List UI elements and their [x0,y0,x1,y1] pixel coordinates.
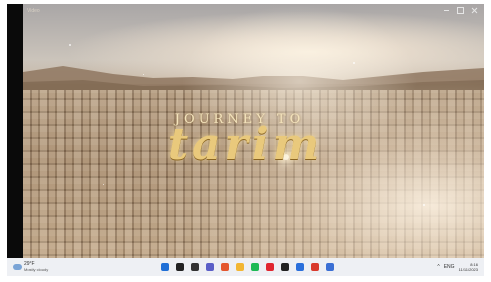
weather-condition: Mostly cloudy [24,267,49,272]
task-view-icon[interactable] [191,263,199,271]
clock-date: 11/11/2023 [458,267,478,272]
title-tarim: tarim [167,119,324,170]
window-controls [443,7,484,14]
clock[interactable]: 8:16 11/11/2023 [459,262,478,272]
weather-text: 29°F Mostly cloudy [24,262,49,273]
taskbar-apps [161,263,334,271]
sparkle [69,44,71,46]
weather-widget[interactable]: 29°F Mostly cloudy [7,262,153,272]
maximize-icon[interactable] [457,7,464,14]
store-icon[interactable] [296,263,304,271]
taskbar: 29°F Mostly cloudy ^ ENG 8:16 11/11/2023 [7,258,484,276]
close-icon[interactable] [471,7,478,14]
settings-icon[interactable] [326,263,334,271]
screen-frame: JOURNEY TO tarim Video [7,4,484,276]
spotify-icon[interactable] [251,263,259,271]
start-icon[interactable] [161,263,169,271]
media-player-icon[interactable] [281,263,289,271]
cloud-icon [13,264,22,270]
opera-icon[interactable] [266,263,274,271]
chat-icon[interactable] [206,263,214,271]
language-indicator[interactable]: ENG [444,264,455,270]
sparkle [353,62,355,64]
sparkle [103,184,104,185]
video-title-overlay: JOURNEY TO tarim [23,112,484,171]
file-explorer-icon[interactable] [236,263,244,271]
video-player[interactable]: JOURNEY TO tarim [23,4,484,262]
system-tray: ^ ENG 8:16 11/11/2023 [437,262,484,272]
chrome-icon[interactable] [311,263,319,271]
window-title: Video [27,7,40,14]
minimize-icon[interactable] [443,7,450,14]
chevron-up-icon[interactable]: ^ [437,264,439,270]
window-titlebar: Video [23,4,484,17]
office-icon[interactable] [221,263,229,271]
sparkle [423,204,425,206]
search-icon[interactable] [176,263,184,271]
sparkle [143,74,144,75]
